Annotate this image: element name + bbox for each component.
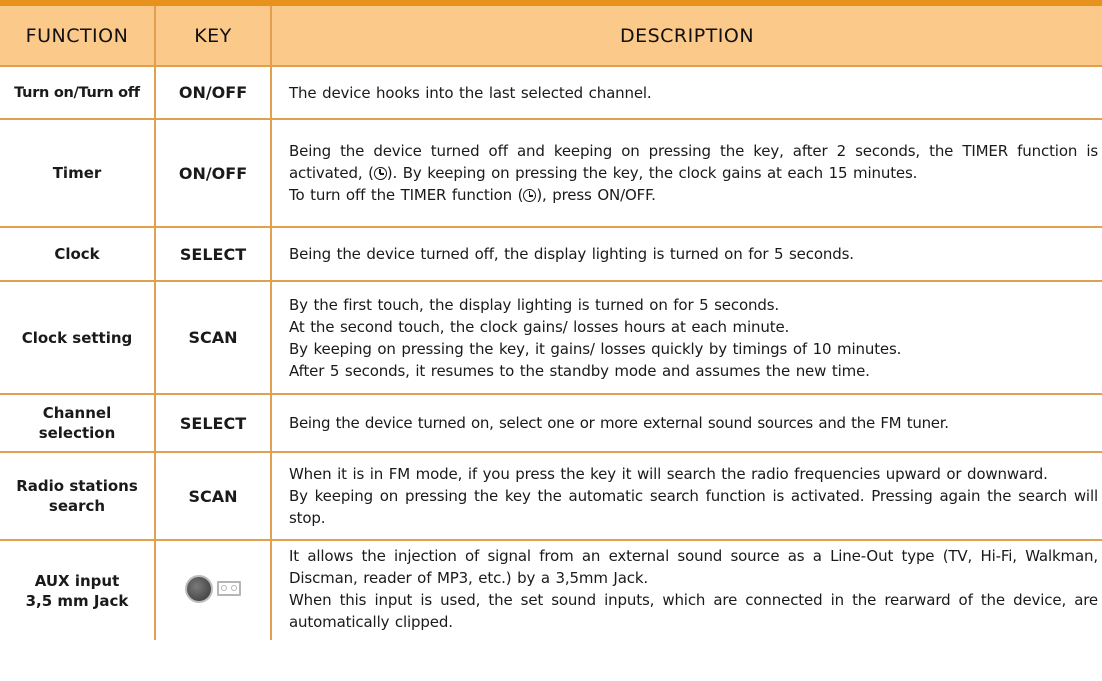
header-key: KEY [154,6,271,66]
function-cell: Channel selection [0,393,155,452]
table-row: Channel selection SELECT Being the devic… [0,393,1102,452]
description-line: The device hooks into the last selected … [289,83,652,102]
table-row: Radio stations search SCAN When it is in… [0,451,1102,540]
description-line: To turn off the TIMER function ( ), press… [289,184,1098,206]
table-row: Clock setting SCAN By the first touch, t… [0,280,1102,394]
table-row: Timer ON/OFF Being the device turned off… [0,118,1102,227]
function-cell: Clock [0,226,155,281]
description-cell: Being the device turned on, select one o… [270,393,1102,452]
description-text: ). By keeping on pressing the key, the c… [386,164,918,182]
description-text: ), press ON/OFF. [536,186,656,204]
header-description: DESCRIPTION [270,6,1102,66]
key-cell: ON/OFF [154,118,271,227]
aux-jack-icon [185,574,241,603]
key-cell: SCAN [154,280,271,394]
description-line: Being the device turned on, select one o… [289,414,949,432]
description-cell: Being the device turned off, the display… [270,226,1102,281]
table-row: AUX input 3,5 mm Jack It allows the inje… [0,539,1102,640]
description-cell: The device hooks into the last selected … [270,65,1102,119]
function-table: FUNCTION KEY DESCRIPTION Turn on/Turn of… [0,6,1102,640]
function-label: Channel selection [38,404,116,442]
description-text: To turn off the TIMER function ( [289,186,524,204]
key-cell: SELECT [154,393,271,452]
description-cell: It allows the injection of signal from a… [270,539,1102,640]
description-line: By keeping on pressing the key the autom… [289,487,1098,527]
description-line: By the first touch, the display lighting… [289,295,779,314]
function-cell: Radio stations search [0,451,155,540]
description-line: At the second touch, the clock gains/ lo… [289,317,790,336]
key-cell [154,539,271,640]
description-line: Being the device turned off and keeping … [289,140,1098,184]
header-function: FUNCTION [0,6,155,66]
description-line: Being the device turned off, the display… [289,245,854,263]
table-row: Clock SELECT Being the device turned off… [0,226,1102,281]
function-label: Radio stations search [16,477,138,515]
function-cell: Clock setting [0,280,155,394]
description-cell: By the first touch, the display lighting… [270,280,1102,394]
key-cell: SELECT [154,226,271,281]
timer-clock-icon [523,189,537,202]
description-line: After 5 seconds, it resumes to the stand… [289,361,870,380]
table-row: Turn on/Turn off ON/OFF The device hooks… [0,65,1102,119]
key-cell: SCAN [154,451,271,540]
description-cell: Being the device turned off and keeping … [270,118,1102,227]
function-cell: AUX input 3,5 mm Jack [0,539,155,640]
table-header-row: FUNCTION KEY DESCRIPTION [0,6,1102,66]
key-cell: ON/OFF [154,65,271,119]
description-line: By keeping on pressing the key, it gains… [289,339,902,358]
description-line: It allows the injection of signal from a… [289,547,1098,587]
function-label: AUX input 3,5 mm Jack [25,571,129,610]
description-line: When it is in FM mode, if you press the … [289,465,1048,483]
function-cell: Turn on/Turn off [0,65,155,119]
description-line: When this input is used, the set sound i… [289,591,1098,631]
function-cell: Timer [0,118,155,227]
description-cell: When it is in FM mode, if you press the … [270,451,1102,540]
cassette-icon [217,581,241,596]
jack-socket-icon [185,574,213,603]
timer-clock-icon [373,167,387,180]
